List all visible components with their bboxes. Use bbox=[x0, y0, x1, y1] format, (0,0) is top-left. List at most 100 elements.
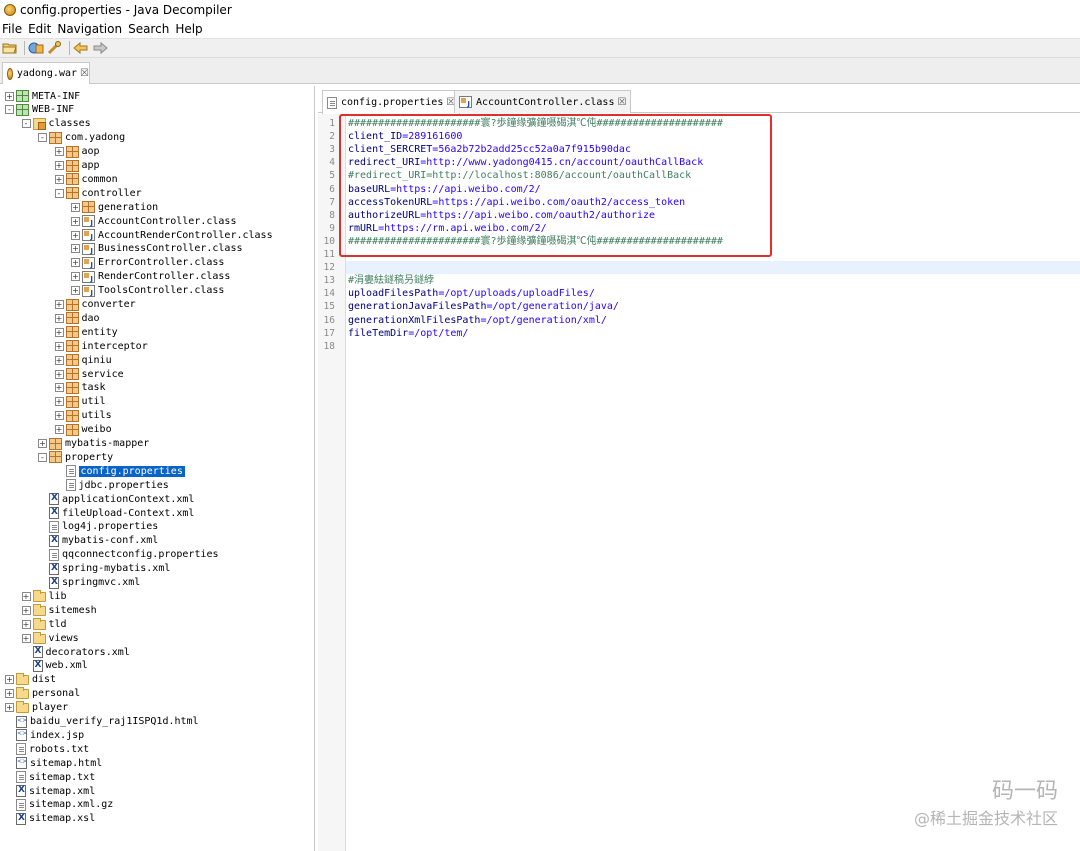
tree-item[interactable]: + qiniu bbox=[54, 353, 112, 367]
expand-icon[interactable]: + bbox=[21, 591, 31, 601]
tree-item[interactable]: + RenderController.class bbox=[71, 270, 230, 284]
expand-icon[interactable]: + bbox=[54, 313, 64, 323]
expand-icon[interactable]: + bbox=[54, 161, 64, 170]
tree-item[interactable]: + weibo bbox=[54, 423, 112, 437]
tree-item[interactable]: + ToolsController.class bbox=[71, 284, 224, 298]
tree-item[interactable]: + converter bbox=[54, 298, 136, 312]
tree-item[interactable]: + dao bbox=[54, 311, 100, 325]
expand-icon[interactable]: + bbox=[54, 397, 64, 407]
tree-item[interactable]: index.jsp bbox=[5, 728, 84, 742]
search-icon[interactable] bbox=[47, 40, 63, 56]
tree-item[interactable]: + META-INF bbox=[5, 89, 80, 103]
tree-item[interactable]: + tld bbox=[21, 617, 67, 631]
tree-item[interactable]: robots.txt bbox=[5, 742, 89, 756]
menu-search[interactable]: Search bbox=[128, 22, 173, 36]
tree-item[interactable]: + ErrorController.class bbox=[71, 256, 224, 270]
tree-item[interactable]: - property bbox=[38, 450, 113, 464]
tree-item[interactable]: + AccountRenderController.class bbox=[71, 228, 273, 242]
tree-item[interactable]: - WEB-INF bbox=[5, 103, 74, 117]
expand-icon[interactable]: + bbox=[71, 244, 80, 254]
tree-item[interactable]: mybatis-conf.xml bbox=[38, 534, 158, 548]
tree-item[interactable]: + common bbox=[54, 172, 118, 186]
tree-item[interactable]: - com.yadong bbox=[38, 131, 125, 145]
tab-account-controller[interactable]: AccountController.class ☒ bbox=[454, 90, 632, 113]
tree-item[interactable]: sitemap.html bbox=[5, 756, 102, 770]
expand-icon[interactable]: + bbox=[54, 341, 64, 351]
close-icon[interactable]: ☒ bbox=[617, 97, 626, 108]
expand-icon[interactable]: + bbox=[54, 369, 64, 379]
collapse-icon[interactable]: - bbox=[21, 119, 31, 129]
tree-item[interactable]: sitemap.xml.gz bbox=[5, 798, 113, 812]
tree-item[interactable]: - classes bbox=[21, 117, 91, 131]
tree-item[interactable]: + lib bbox=[21, 589, 67, 603]
open-file-icon[interactable] bbox=[2, 40, 18, 56]
expand-icon[interactable]: + bbox=[54, 174, 64, 184]
back-icon[interactable] bbox=[73, 40, 89, 56]
tree-item[interactable]: applicationContext.xml bbox=[38, 492, 194, 506]
menu-file[interactable]: File bbox=[2, 22, 26, 36]
tree-item[interactable]: web.xml bbox=[22, 659, 88, 673]
expand-icon[interactable]: + bbox=[54, 327, 64, 337]
archive-tab[interactable]: yadong.war ☒ bbox=[2, 62, 90, 84]
menu-help[interactable]: Help bbox=[175, 22, 206, 36]
expand-icon[interactable]: + bbox=[21, 605, 31, 615]
tree-item[interactable]: + aop bbox=[54, 145, 100, 159]
tree-item[interactable]: log4j.properties bbox=[38, 520, 158, 534]
expand-icon[interactable]: + bbox=[21, 619, 31, 629]
tree-item[interactable]: config.properties bbox=[55, 464, 185, 478]
tree-item[interactable]: + service bbox=[54, 367, 124, 381]
tree-item[interactable]: + player bbox=[5, 701, 68, 715]
expand-icon[interactable]: + bbox=[71, 202, 80, 212]
tree-item[interactable]: sitemap.xml bbox=[5, 784, 95, 798]
tree-item[interactable]: + AccountController.class bbox=[71, 214, 236, 228]
tree-item[interactable]: + interceptor bbox=[54, 339, 148, 353]
tree-item[interactable]: - controller bbox=[54, 186, 142, 200]
expand-icon[interactable]: + bbox=[71, 286, 80, 296]
collapse-icon[interactable]: - bbox=[5, 105, 14, 115]
expand-icon[interactable]: + bbox=[54, 411, 64, 421]
expand-icon[interactable]: + bbox=[54, 355, 64, 365]
tree-item[interactable]: + app bbox=[54, 159, 100, 173]
expand-icon[interactable]: + bbox=[5, 703, 14, 713]
expand-icon[interactable]: + bbox=[71, 230, 80, 240]
tree-item[interactable]: + generation bbox=[71, 200, 158, 214]
tab-config-properties[interactable]: config.properties ☒ bbox=[322, 90, 461, 114]
forward-icon[interactable] bbox=[92, 40, 108, 56]
tree-item[interactable]: springmvc.xml bbox=[38, 576, 140, 590]
expand-icon[interactable]: + bbox=[54, 383, 64, 393]
expand-icon[interactable]: + bbox=[5, 675, 14, 685]
tree-item[interactable]: + entity bbox=[54, 325, 118, 339]
tree-item[interactable]: spring-mybatis.xml bbox=[38, 562, 170, 576]
tree-item[interactable]: + sitemesh bbox=[21, 603, 97, 617]
expand-icon[interactable]: + bbox=[54, 147, 64, 157]
expand-icon[interactable]: + bbox=[21, 633, 31, 643]
tree-item[interactable]: + task bbox=[54, 381, 106, 395]
expand-icon[interactable]: + bbox=[54, 425, 64, 435]
tree-item[interactable]: sitemap.txt bbox=[5, 770, 95, 784]
tree-item[interactable]: + personal bbox=[5, 687, 80, 701]
tree-item[interactable]: + dist bbox=[5, 673, 56, 687]
collapse-icon[interactable]: - bbox=[38, 452, 47, 462]
menu-edit[interactable]: Edit bbox=[28, 22, 55, 36]
tree-item[interactable]: + mybatis-mapper bbox=[38, 437, 149, 451]
tree-item[interactable]: + utils bbox=[54, 409, 112, 423]
expand-icon[interactable]: + bbox=[5, 689, 14, 699]
tree-item[interactable]: + views bbox=[21, 631, 79, 645]
collapse-icon[interactable]: - bbox=[38, 133, 47, 143]
tree-item[interactable]: jdbc.properties bbox=[55, 478, 169, 492]
menu-navigation[interactable]: Navigation bbox=[57, 22, 126, 36]
expand-icon[interactable]: + bbox=[71, 272, 80, 282]
expand-icon[interactable]: + bbox=[71, 216, 80, 226]
expand-icon[interactable]: + bbox=[54, 300, 64, 309]
open-type-icon[interactable] bbox=[28, 40, 44, 56]
tree-item[interactable]: decorators.xml bbox=[22, 645, 130, 659]
tree-item[interactable]: + util bbox=[54, 395, 106, 409]
tree-item[interactable]: sitemap.xsl bbox=[5, 812, 95, 826]
expand-icon[interactable]: + bbox=[5, 91, 14, 101]
tree-item[interactable]: + BusinessController.class bbox=[71, 242, 243, 256]
tree-item[interactable]: fileUpload-Context.xml bbox=[38, 506, 194, 520]
tree-item[interactable]: qqconnectconfig.properties bbox=[38, 548, 219, 562]
tree-item[interactable]: baidu_verify_raj1ISPQ1d.html bbox=[5, 715, 199, 729]
close-icon[interactable]: ☒ bbox=[80, 68, 89, 79]
expand-icon[interactable]: + bbox=[38, 439, 47, 448]
